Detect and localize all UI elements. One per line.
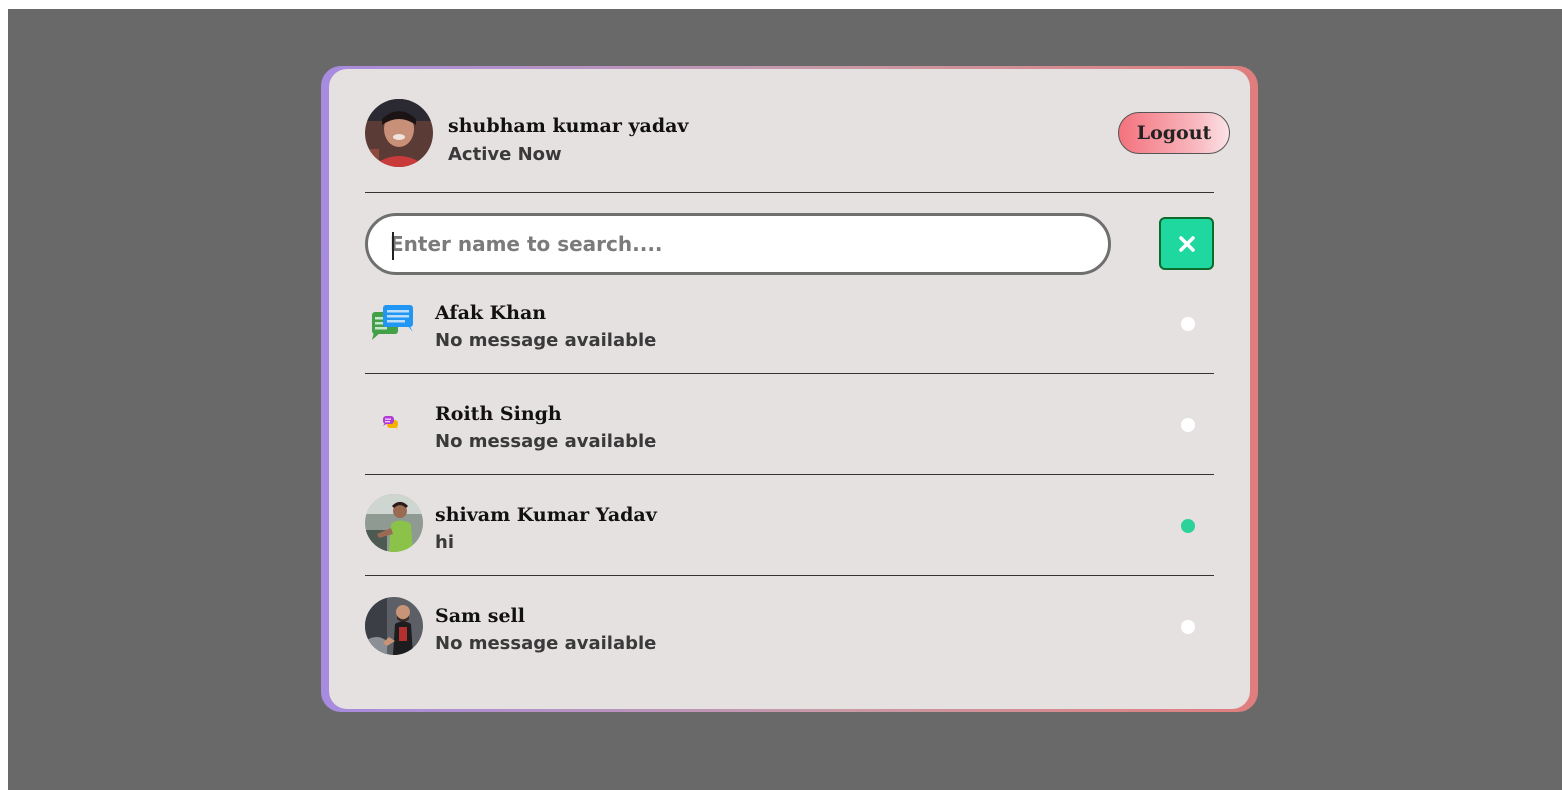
chat-last-message: No message available (435, 431, 657, 452)
chat-row[interactable]: shivam Kumar Yadav hi (365, 494, 1214, 604)
status-dot (1181, 418, 1195, 432)
chat-last-message: hi (435, 532, 454, 553)
chat-name: Roith Singh (435, 403, 562, 425)
header-divider (365, 192, 1214, 193)
user-avatar (365, 99, 433, 167)
status-dot (1181, 317, 1195, 331)
chat-last-message: No message available (435, 633, 657, 654)
chat-name: Afak Khan (435, 302, 547, 324)
text-caret (392, 232, 394, 260)
close-icon (1178, 235, 1195, 252)
status-dot-online (1181, 519, 1195, 533)
users-card: shubham kumar yadav Active Now Logout En… (329, 69, 1250, 709)
row-divider (365, 373, 1214, 374)
contact-avatar (365, 597, 423, 655)
chat-row[interactable]: Sam sell No message available (365, 597, 1214, 705)
chat-name: Sam sell (435, 605, 525, 627)
search-input[interactable] (390, 216, 1080, 272)
chat-last-message: No message available (435, 330, 657, 351)
clear-search-button[interactable] (1159, 217, 1214, 270)
status-dot (1181, 620, 1195, 634)
search-box (365, 213, 1111, 275)
user-name: shubham kumar yadav (448, 115, 689, 137)
row-divider (365, 474, 1214, 475)
user-status: Active Now (448, 144, 562, 165)
chat-row[interactable]: Afak Khan No message available (365, 302, 1214, 402)
logout-button[interactable]: Logout (1118, 112, 1230, 154)
row-divider (365, 575, 1214, 576)
chat-name: shivam Kumar Yadav (435, 504, 657, 526)
chat-row[interactable]: Roith Singh No message available (365, 403, 1214, 503)
user-header: shubham kumar yadav Active Now Logout (365, 99, 1233, 169)
contact-avatar (365, 494, 423, 552)
chat-bubbles-small-icon (365, 403, 423, 461)
chat-bubbles-icon (365, 302, 423, 360)
